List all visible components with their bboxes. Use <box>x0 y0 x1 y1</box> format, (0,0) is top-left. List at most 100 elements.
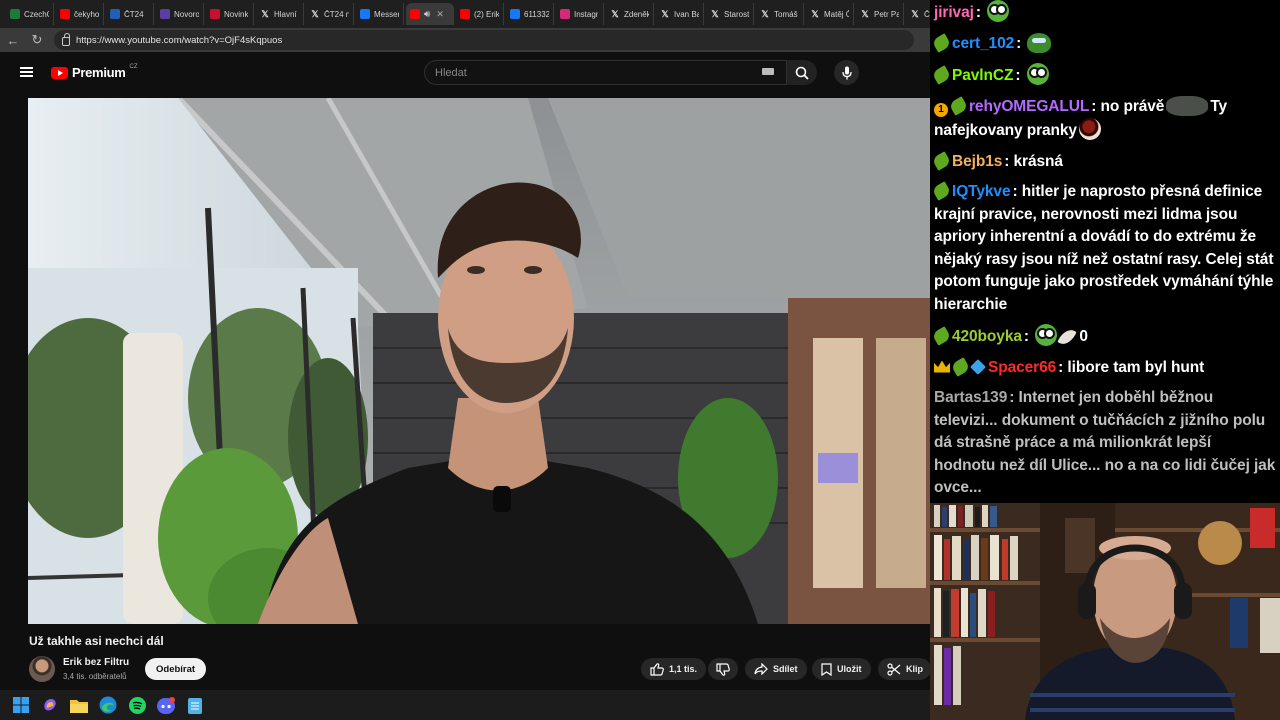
clip-label: Klip <box>906 664 923 674</box>
dislike-button[interactable] <box>708 658 738 680</box>
coin-badge-icon: 1 <box>934 102 948 117</box>
url-field[interactable]: https://www.youtube.com/watch?v=OjF4sKqp… <box>54 30 914 50</box>
browser-tab[interactable]: ČT24 <box>106 3 154 25</box>
browser-tab[interactable]: 𝕏 Matěj Č <box>806 3 854 25</box>
notepad-icon[interactable] <box>186 696 204 714</box>
search-input[interactable]: Hledat <box>424 60 787 85</box>
browser-tab[interactable]: CzechC <box>6 3 54 25</box>
share-icon <box>754 663 768 675</box>
x-icon: 𝕏 <box>911 8 919 19</box>
tab-label: 611332 <box>524 9 549 19</box>
chat-username[interactable]: cert_102 <box>952 35 1014 52</box>
keyboard-icon[interactable] <box>762 68 774 75</box>
save-label: Uložit <box>837 664 862 674</box>
back-arrow-icon[interactable]: ← <box>6 33 20 48</box>
browser-tab[interactable]: 611332 <box>506 3 554 25</box>
leaf-badge-icon <box>931 150 952 171</box>
browser-tab[interactable]: 𝕏 Starost <box>706 3 754 25</box>
browser-tab[interactable]: 𝕏 Zdeněk <box>606 3 654 25</box>
subscribe-button[interactable]: Odebírat <box>145 658 207 680</box>
browser-tab[interactable]: 𝕏 ČT24 n <box>306 3 354 25</box>
browser-tab[interactable]: 𝕏 Ivan Ba <box>656 3 704 25</box>
feather-emote-icon <box>1057 326 1077 348</box>
voice-search-button[interactable] <box>834 60 859 85</box>
copilot-icon[interactable] <box>41 696 59 714</box>
browser-tab[interactable]: Novoro <box>156 3 204 25</box>
browser-tab[interactable]: čekyho <box>56 3 104 25</box>
chat-text: libore tam byl hunt <box>1067 358 1205 376</box>
tab-label: Ivan Ba <box>674 9 699 19</box>
browser-tab[interactable]: 𝕏 Tomáš <box>756 3 804 25</box>
browser-tab[interactable]: 🔊︎ ✕ <box>406 3 454 25</box>
tab-label: čekyho <box>74 9 99 19</box>
leaf-badge-icon <box>931 65 952 85</box>
chat-username[interactable]: jirivaj <box>934 4 974 21</box>
save-button[interactable]: Uložit <box>812 658 871 680</box>
browser-tab[interactable]: 𝕏 Petr Pa <box>856 3 904 25</box>
chat-username[interactable]: Bejb1s <box>952 153 1002 170</box>
windows-start-icon[interactable] <box>12 696 30 714</box>
chat-username[interactable]: 420boyka <box>952 328 1022 345</box>
browser-tab[interactable]: (2) Erik <box>456 3 504 25</box>
share-label: Sdílet <box>773 664 798 674</box>
video-player[interactable] <box>28 98 930 624</box>
discord-icon[interactable] <box>157 696 175 714</box>
edge-icon[interactable] <box>99 696 117 714</box>
chat-message: jirivaj: <box>934 0 1276 25</box>
browser-tab[interactable]: Novink <box>206 3 254 25</box>
speaker-icon[interactable]: 🔊︎ <box>424 9 430 20</box>
like-button[interactable]: 1,1 tis. <box>641 658 707 680</box>
browser-tab[interactable]: Messen <box>356 3 404 25</box>
leaf-badge-icon <box>948 95 969 116</box>
site-info-icon[interactable] <box>62 32 70 46</box>
facebook-icon <box>510 9 520 19</box>
browser-tab[interactable]: Instagr <box>556 3 604 25</box>
chat-username[interactable]: Spacer66 <box>988 359 1056 376</box>
chat-message: Spacer66: libore tam byl hunt <box>934 356 1276 380</box>
browser-tab[interactable]: 𝕏 Hlavní <box>256 3 304 25</box>
channel-avatar[interactable] <box>29 656 55 682</box>
share-button[interactable]: Sdílet <box>745 658 807 680</box>
search-button[interactable] <box>787 60 817 85</box>
microphone-icon <box>841 66 852 79</box>
region-code: CZ <box>129 63 138 70</box>
chat-username[interactable]: IQTykve <box>952 183 1011 200</box>
video-frame <box>28 98 930 624</box>
webcam-frame <box>930 503 1280 720</box>
ball-emote-icon <box>1078 118 1101 140</box>
x-icon: 𝕏 <box>811 8 819 19</box>
tab-label: Tomáš <box>774 9 798 19</box>
tab-label: Matěj Č <box>824 9 849 19</box>
leaf-badge-icon <box>950 356 971 377</box>
youtube-logo[interactable]: Premium CZ <box>51 63 138 80</box>
tab-label: Zdeněk <box>624 9 649 19</box>
chat-username[interactable]: Bartas139 <box>934 389 1007 406</box>
chat-text: krásná <box>1013 152 1063 170</box>
chat-text: 0 <box>1079 328 1088 345</box>
pepe-emote-icon <box>1027 32 1052 53</box>
file-explorer-icon[interactable] <box>70 696 88 714</box>
thumbs-up-icon <box>650 662 664 676</box>
menu-icon[interactable] <box>20 67 33 77</box>
facebook-icon <box>360 9 370 19</box>
youtube-icon <box>410 9 420 19</box>
spotify-icon[interactable] <box>128 696 146 714</box>
reload-icon[interactable]: ↻ <box>30 32 44 48</box>
browser-tab[interactable]: 𝕏ČT24 <box>906 3 930 25</box>
chat-username[interactable]: rehyOMEGALUL <box>969 98 1089 115</box>
chat-message: 1 rehyOMEGALUL: no právě Ty nafejkovany pr… <box>934 95 1228 140</box>
frog-emote-icon <box>987 0 1010 22</box>
grid-icon <box>160 9 170 19</box>
channel-name[interactable]: Erik bez Filtru <box>63 657 129 668</box>
x-icon: 𝕏 <box>661 8 669 19</box>
x-icon: 𝕏 <box>761 8 769 19</box>
video-actions-row: Erik bez Filtru 3,4 tis. odběratelů Odeb… <box>29 655 930 685</box>
x-icon: 𝕏 <box>711 8 719 19</box>
chat-message: Bejb1s: krásná <box>931 150 1276 174</box>
subscriber-count: 3,4 tis. odběratelů <box>63 672 127 681</box>
taskbar <box>0 690 930 720</box>
chat-text: hitler je naprosto přesná definice krajn… <box>934 183 1274 313</box>
chat-username[interactable]: PavlnCZ <box>952 67 1013 84</box>
close-tab-icon[interactable]: ✕ <box>436 9 444 20</box>
clip-button[interactable]: Klip <box>878 658 930 680</box>
